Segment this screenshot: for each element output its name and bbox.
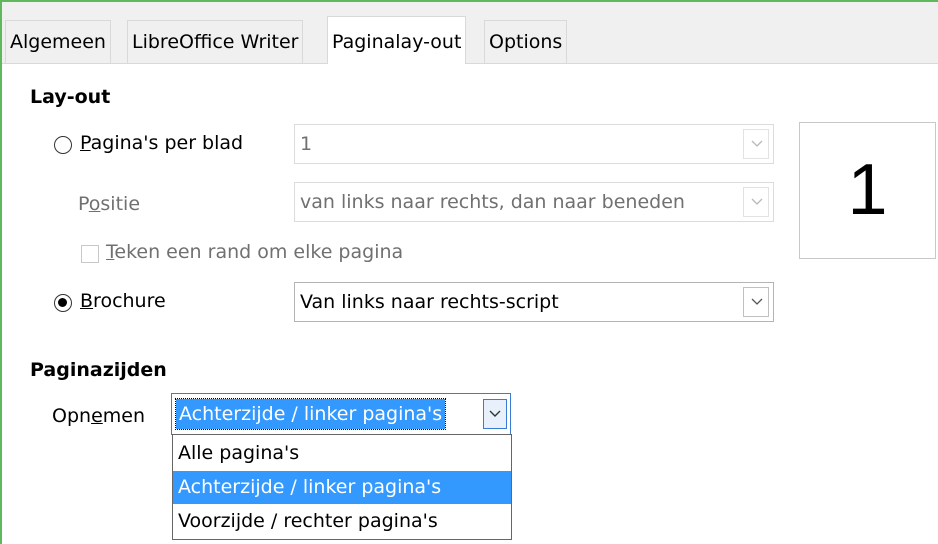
- position-dropdown-button[interactable]: [743, 187, 769, 217]
- brochure-mnemonic: B: [80, 290, 94, 312]
- include-label-pre: Opn: [52, 405, 92, 427]
- include-label: Opnemen: [52, 405, 145, 427]
- position-mnemonic: o: [88, 193, 101, 215]
- include-label-text: men: [102, 405, 146, 427]
- position-select[interactable]: van links naar rechts, dan naar beneden: [294, 182, 774, 222]
- pages-per-sheet-dropdown-button[interactable]: [743, 129, 769, 159]
- include-value: Achterzijde / linker pagina's: [174, 398, 447, 430]
- chevron-down-icon: [489, 410, 501, 417]
- pages-per-sheet-mnemonic: P: [80, 132, 91, 154]
- page-sides-section-title: Paginazijden: [30, 359, 167, 381]
- brochure-value: Van links naar rechts-script: [300, 291, 559, 313]
- chevron-down-icon: [751, 140, 763, 147]
- pages-per-sheet-select[interactable]: 1: [294, 124, 774, 164]
- tab-options[interactable]: Options: [484, 20, 568, 63]
- tab-paginalay-out[interactable]: Paginalay-out: [327, 16, 467, 64]
- tab-algemeen[interactable]: Algemeen: [5, 20, 111, 63]
- position-label-pre: P: [78, 193, 89, 215]
- chevron-down-icon: [751, 298, 763, 305]
- include-option-front-right-pages[interactable]: Voorzijde / rechter pagina's: [173, 505, 511, 538]
- brochure-dropdown-button[interactable]: [743, 287, 769, 317]
- brochure-radio[interactable]: [54, 294, 72, 312]
- brochure-label-text: rochure: [93, 290, 166, 312]
- include-mnemonic: e: [91, 405, 103, 427]
- radio-selected-dot: [58, 298, 67, 307]
- brochure-label: Brochure: [80, 290, 166, 312]
- pages-per-sheet-radio[interactable]: [54, 136, 72, 154]
- chevron-down-icon: [751, 198, 763, 205]
- draw-border-checkbox[interactable]: [81, 245, 99, 263]
- pages-per-sheet-label-text: agina's per blad: [90, 132, 244, 154]
- draw-border-label: Teken een rand om elke pagina: [106, 241, 403, 263]
- pages-per-sheet-label: Pagina's per blad: [80, 132, 243, 154]
- tab-libreoffice-writer[interactable]: LibreOffice Writer: [127, 20, 304, 63]
- pages-per-sheet-value: 1: [300, 133, 313, 155]
- include-option-back-left-pages[interactable]: Achterzijde / linker pagina's: [173, 471, 511, 504]
- layout-section-title: Lay-out: [30, 86, 111, 108]
- include-dropdown-button[interactable]: [483, 399, 507, 429]
- position-label-text: sitie: [100, 193, 141, 215]
- include-option-all-pages[interactable]: Alle pagina's: [173, 437, 511, 470]
- position-label: Positie: [78, 193, 140, 215]
- preview-page-number: 1: [847, 150, 888, 230]
- include-select[interactable]: Achterzijde / linker pagina's: [171, 393, 511, 435]
- brochure-select[interactable]: Van links naar rechts-script: [294, 282, 774, 322]
- pages-preview: 1: [799, 122, 936, 259]
- include-dropdown-list: Alle pagina's Achterzijde / linker pagin…: [172, 434, 512, 540]
- draw-border-label-text: eken een rand om elke pagina: [114, 241, 404, 263]
- position-value: van links naar rechts, dan naar beneden: [300, 191, 685, 213]
